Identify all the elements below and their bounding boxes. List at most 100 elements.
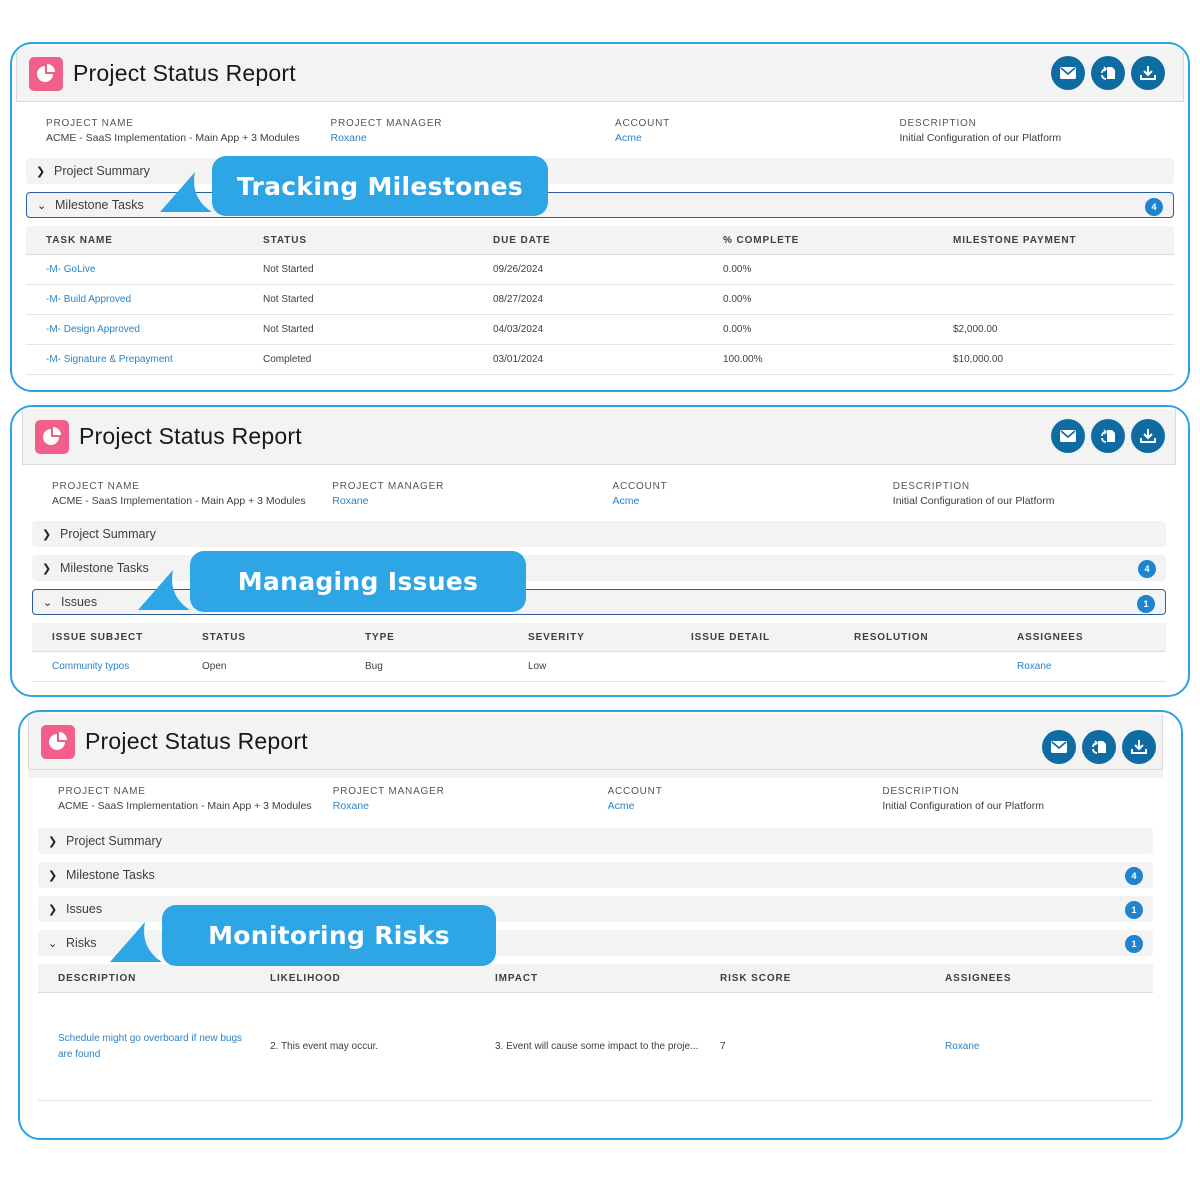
assignee-link[interactable]: Roxane <box>925 992 1153 1101</box>
count-badge: 4 <box>1138 560 1156 578</box>
table-row: Schedule might go overboard if new bugs … <box>38 992 1153 1101</box>
assignee-link[interactable]: Roxane <box>997 651 1166 682</box>
issue-detail-cell <box>671 651 834 682</box>
payment-cell: $2,000.00 <box>933 314 1174 345</box>
task-name-link[interactable]: -M- GoLive <box>26 254 243 285</box>
download-icon <box>1131 740 1147 754</box>
column-header[interactable]: TASK NAME <box>26 226 243 255</box>
column-header[interactable]: LIKELIHOOD <box>250 964 475 993</box>
count-badge: 4 <box>1125 867 1143 885</box>
chevron-right-icon: ❯ <box>36 165 46 178</box>
percent-complete-cell: 0.00% <box>703 254 933 285</box>
chevron-right-icon: ❯ <box>42 562 52 575</box>
download-icon <box>1140 66 1156 80</box>
percent-complete-cell: 0.00% <box>703 284 933 315</box>
account-link[interactable]: Acme <box>613 495 893 507</box>
task-name-link[interactable]: -M- Signature & Prepayment <box>26 344 243 375</box>
document-sync-icon <box>1101 429 1115 443</box>
section-label: Project Summary <box>66 834 162 848</box>
sync-document-button[interactable] <box>1082 730 1116 764</box>
section-label: Milestone Tasks <box>55 198 144 212</box>
page-title: Project Status Report <box>79 423 302 449</box>
column-header[interactable]: % COMPLETE <box>703 226 933 255</box>
field-label: PROJECT NAME <box>46 118 134 129</box>
callout-pointer-icon <box>138 570 190 610</box>
project-manager-link[interactable]: Roxane <box>332 495 612 507</box>
status-cell: Completed <box>243 344 473 375</box>
table-row: -M- Signature & Prepayment Completed 03/01… <box>26 344 1174 375</box>
task-name-link[interactable]: -M- Design Approved <box>26 314 243 345</box>
download-button[interactable] <box>1131 56 1165 90</box>
chevron-right-icon: ❯ <box>48 869 58 882</box>
sync-document-button[interactable] <box>1091 419 1125 453</box>
due-date-cell: 03/01/2024 <box>473 344 703 375</box>
severity-cell: Low <box>508 651 671 682</box>
payment-cell <box>933 284 1174 315</box>
project-fields: PROJECT NAME ACME - SaaS Implementation -… <box>16 102 1184 158</box>
column-header[interactable]: MILESTONE PAYMENT <box>933 226 1174 255</box>
sync-document-button[interactable] <box>1091 56 1125 90</box>
field-label: PROJECT MANAGER <box>330 118 443 129</box>
table-row: -M- GoLive Not Started 09/26/2024 0.00% <box>26 254 1174 285</box>
section-project-summary[interactable]: ❯ Project Summary <box>38 828 1153 854</box>
panel-issues: Project Status Report PROJECT NAME ACME -… <box>10 405 1190 697</box>
report-header: Project Status Report <box>16 46 1184 102</box>
field-label: DESCRIPTION <box>892 481 970 492</box>
column-header[interactable]: DUE DATE <box>473 226 703 255</box>
email-button[interactable] <box>1051 56 1085 90</box>
section-label: Milestone Tasks <box>66 868 155 882</box>
download-button[interactable] <box>1131 419 1165 453</box>
envelope-icon <box>1060 430 1076 442</box>
due-date-cell: 09/26/2024 <box>473 254 703 285</box>
column-header[interactable]: DESCRIPTION <box>38 964 250 993</box>
account-link[interactable]: Acme <box>615 132 900 144</box>
column-header[interactable]: TYPE <box>345 623 508 652</box>
risk-description-link[interactable]: Schedule might go overboard if new bugs … <box>38 992 250 1101</box>
project-manager-link[interactable]: Roxane <box>333 800 608 812</box>
column-header[interactable]: ISSUE DETAIL <box>671 623 834 652</box>
count-badge: 1 <box>1125 935 1143 953</box>
table-row: Community typos Open Bug Low Roxane <box>32 651 1166 682</box>
account-link[interactable]: Acme <box>608 800 883 812</box>
column-header[interactable]: RESOLUTION <box>834 623 997 652</box>
section-label: Issues <box>66 902 103 916</box>
count-badge: 1 <box>1137 595 1155 613</box>
callout-monitoring-risks: Monitoring Risks <box>162 905 496 966</box>
project-manager-link[interactable]: Roxane <box>331 132 616 144</box>
task-name-link[interactable]: -M- Build Approved <box>26 284 243 315</box>
callout-pointer-icon <box>160 172 212 212</box>
column-header[interactable]: ASSIGNEES <box>925 964 1153 993</box>
table-row: -M- Design Approved Not Started 04/03/2024… <box>26 314 1174 345</box>
payment-cell: $10,000.00 <box>933 344 1174 375</box>
percent-complete-cell: 0.00% <box>703 314 933 345</box>
column-header[interactable]: ISSUE SUBJECT <box>32 623 182 652</box>
column-header[interactable]: SEVERITY <box>508 623 671 652</box>
issue-subject-link[interactable]: Community typos <box>32 651 182 682</box>
column-header[interactable]: ASSIGNEES <box>997 623 1166 652</box>
column-header[interactable]: STATUS <box>243 226 473 255</box>
download-button[interactable] <box>1122 730 1156 764</box>
description-value: Initial Configuration of our Platform <box>899 132 1062 144</box>
section-label: Milestone Tasks <box>60 561 149 575</box>
project-name-value: ACME - SaaS Implementation - Main App + … <box>58 800 312 812</box>
status-cell: Open <box>182 651 345 682</box>
pie-chart-logo-icon <box>41 724 75 759</box>
due-date-cell: 08/27/2024 <box>473 284 703 315</box>
chevron-right-icon: ❯ <box>48 903 58 916</box>
column-header[interactable]: IMPACT <box>475 964 700 993</box>
type-cell: Bug <box>345 651 508 682</box>
column-header[interactable]: STATUS <box>182 623 345 652</box>
email-button[interactable] <box>1042 730 1076 764</box>
callout-managing-issues: Managing Issues <box>190 551 526 612</box>
section-project-summary[interactable]: ❯ Project Summary <box>32 521 1166 547</box>
chevron-down-icon: ⌄ <box>48 937 58 950</box>
email-button[interactable] <box>1051 419 1085 453</box>
panel-milestones: Project Status Report PROJECT NAME ACME -… <box>10 42 1190 392</box>
report-header: Project Status Report <box>22 409 1176 465</box>
table-row: -M- Build Approved Not Started 08/27/2024 0… <box>26 284 1174 315</box>
field-label: ACCOUNT <box>615 118 671 129</box>
column-header[interactable]: RISK SCORE <box>700 964 925 993</box>
envelope-icon <box>1051 741 1067 753</box>
section-milestone-tasks[interactable]: ❯ Milestone Tasks 4 <box>38 862 1153 888</box>
pie-chart-logo-icon <box>35 419 69 454</box>
